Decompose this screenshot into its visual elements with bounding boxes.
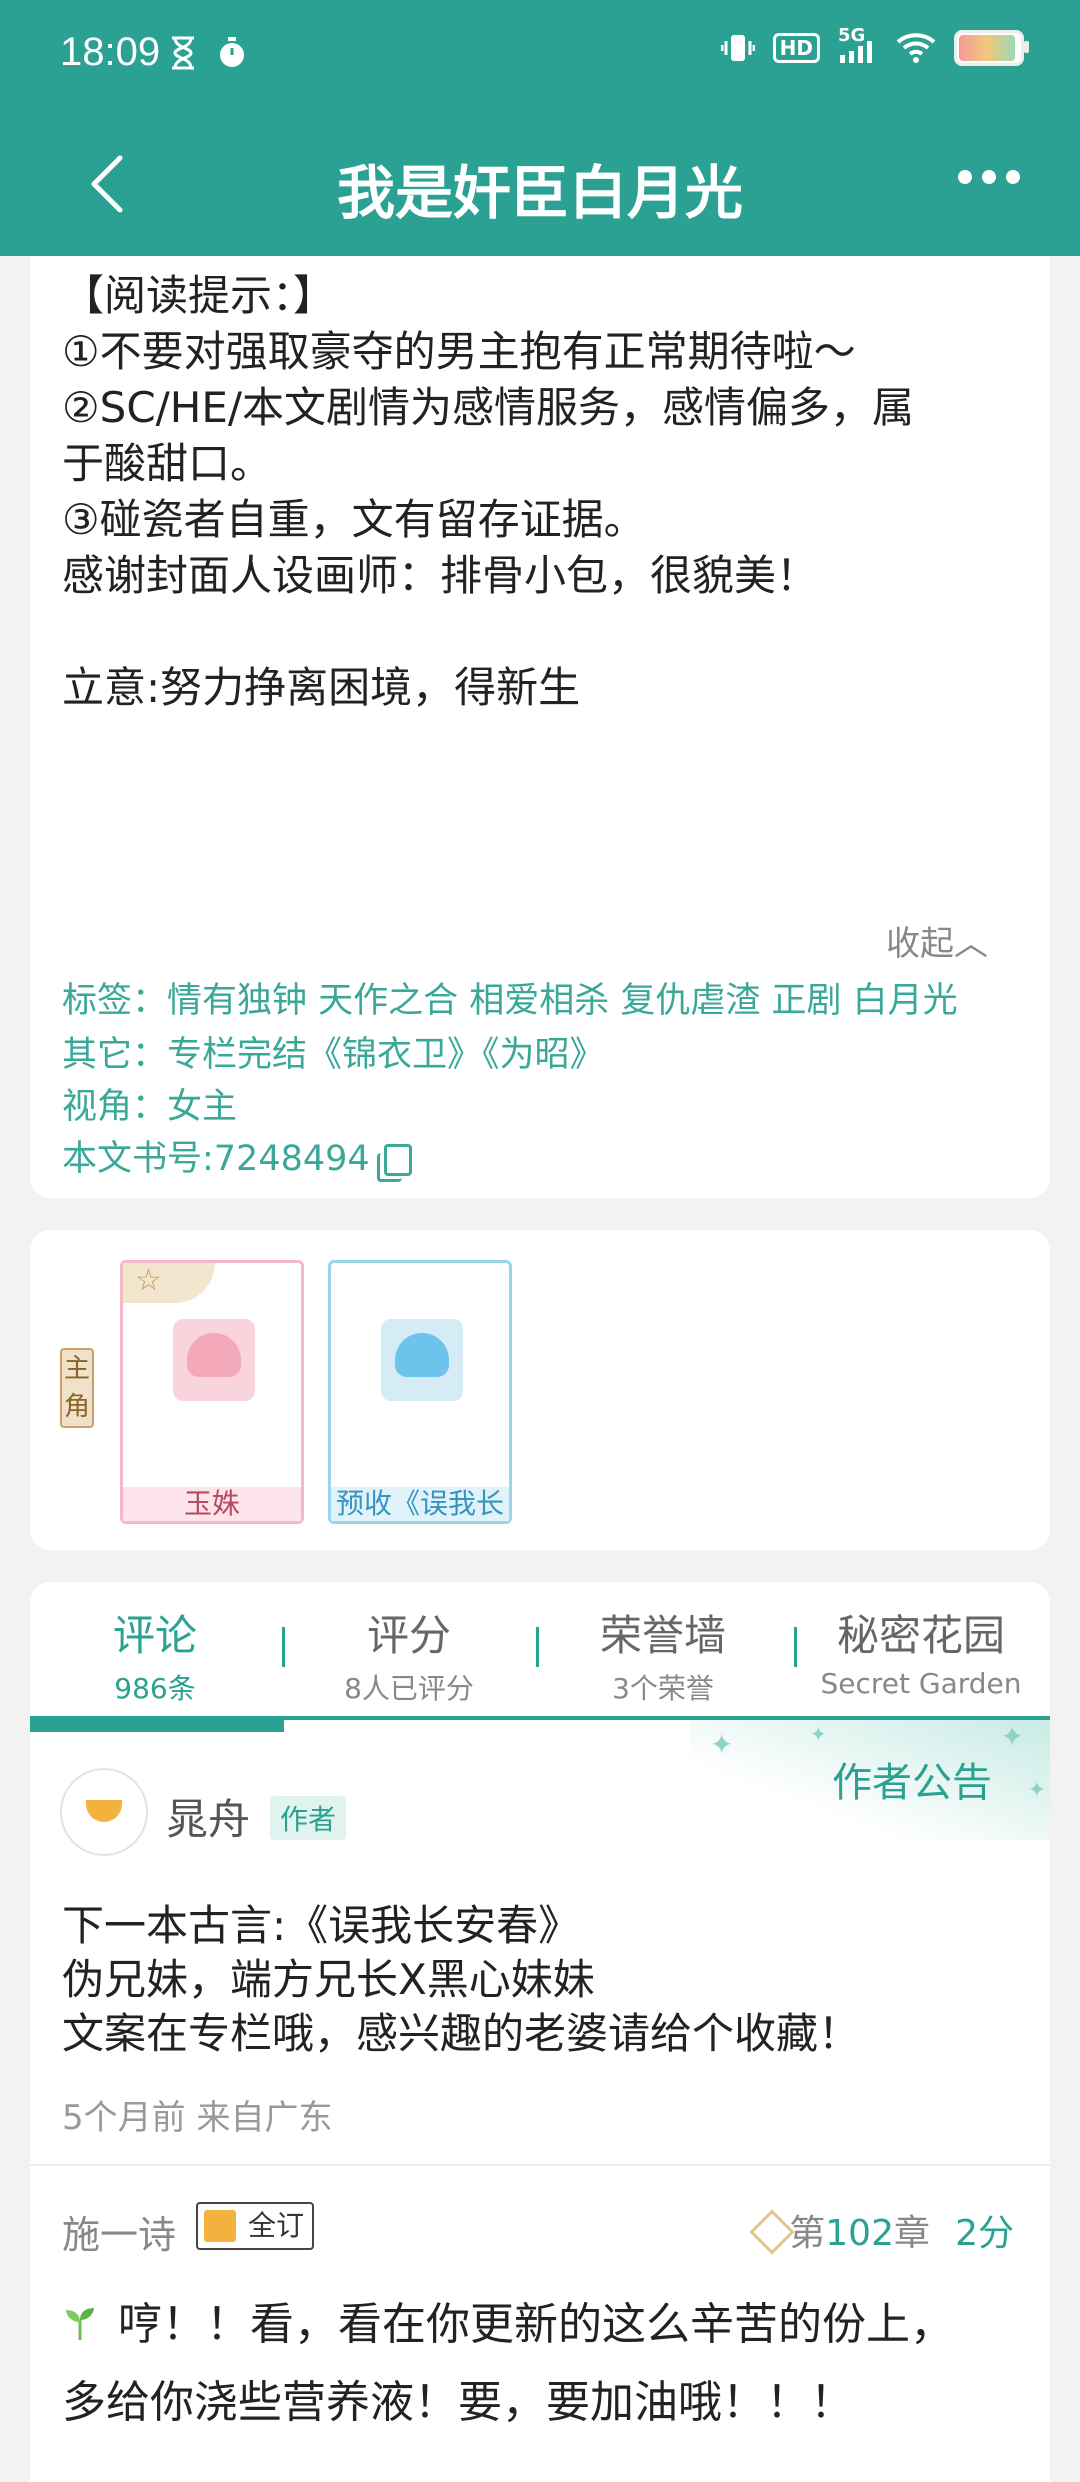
comment-chapter: 第102章 [789, 2204, 930, 2256]
hourglass-icon [172, 36, 194, 70]
page-title: 我是奸臣白月光 [336, 159, 743, 227]
sparkle-icon: ✦ [710, 1728, 734, 1761]
chapter-suffix: 章 [893, 2213, 930, 2254]
tab-title: 评分 [366, 1611, 451, 1660]
character-card[interactable]: 预收《误我长 [328, 1260, 512, 1524]
app-bar: 我是奸臣白月光 [0, 110, 1080, 256]
characters-card: 主角 ☆ 玉姝 预收《误我长 [30, 1230, 1050, 1550]
main-character-tag: 主角 [60, 1348, 94, 1428]
signal-5g-icon: 5G [838, 25, 878, 65]
diamond-icon [749, 2209, 795, 2255]
notice-line: 文案在专栏哦，感兴趣的老婆请给个收藏！ [62, 2009, 861, 2058]
sparkle-icon: ✦ [1000, 1720, 1024, 1753]
tab-bar: 评论 986条 评分 8人已评分 荣誉墙 3个荣誉 秘密花园 Secret Ga… [30, 1582, 1050, 1712]
character-card[interactable]: ☆ 玉姝 [120, 1260, 304, 1524]
sprout-icon [66, 2308, 94, 2340]
vibrate-icon [720, 35, 755, 61]
tab-subtitle: 3个荣誉 [612, 1672, 714, 1705]
chapter-number: 102 [825, 2213, 894, 2254]
comment-text: 多给你浇些营养液！要，要加油哦！！！ [62, 2377, 854, 2428]
book-id-text: 本文书号:7248494 [62, 1139, 370, 1179]
intro-line: 立意:努力挣离困境，得新生 [62, 663, 581, 712]
perspective-line: 视角：女主 [62, 1087, 238, 1127]
status-bar: 18:09 HD 5G [0, 0, 1080, 110]
character-name: 玉姝 [123, 1487, 301, 1521]
notice-line: 伪兄妹，端方兄长X黑心妹妹 [62, 1955, 595, 2004]
author-notice-banner: ✦ ✦ ✦ ✦ 作者公告 [690, 1720, 1050, 1840]
tab-active-indicator [30, 1716, 284, 1732]
divider [30, 2164, 1050, 2166]
avatar[interactable] [60, 1768, 148, 1856]
author-notice-label: 作者公告 [832, 1760, 992, 1806]
post-time: 5个月前 来自广东 [62, 2098, 333, 2138]
wifi-icon [896, 33, 936, 63]
subscription-badge: 全订 [196, 2202, 315, 2250]
character-avatar [173, 1319, 255, 1401]
more-menu-icon[interactable] [958, 170, 1020, 184]
tab-ratings[interactable]: 评分 8人已评分 [284, 1602, 534, 1707]
tab-title: 秘密花园 [836, 1611, 1005, 1660]
copy-icon[interactable] [376, 1144, 412, 1182]
status-right-icons: HD 5G [720, 25, 1029, 66]
sparkle-icon: ✦ [1027, 1778, 1046, 1803]
comments-card: 评论 986条 评分 8人已评分 荣誉墙 3个荣誉 秘密花园 Secret Ga… [30, 1582, 1050, 2482]
intro-line: ①不要对强取豪夺的男主抱有正常期待啦～ [62, 327, 856, 376]
tab-title: 评论 [112, 1611, 197, 1660]
intro-line: 感谢封面人设画师：排骨小包，很貌美！ [62, 551, 819, 600]
author-name[interactable]: 晁舟 [166, 1786, 250, 1847]
tab-honor-wall[interactable]: 荣誉墙 3个荣誉 [538, 1602, 788, 1707]
star-icon: ☆ [123, 1263, 215, 1303]
status-time: 18:09 [60, 30, 161, 74]
intro-line: ②SC/HE/本文剧情为感情服务，感情偏多，属 [62, 383, 915, 432]
book-id-line: 本文书号:7248494 [62, 1130, 412, 1182]
chapter-prefix: 第 [789, 2213, 826, 2254]
tab-subtitle: Secret Garden [820, 1667, 1022, 1700]
comment-score: 2分 [955, 2213, 1014, 2254]
hd-icon: HD [772, 33, 820, 63]
book-intro-card: 【阅读提示：】 ①不要对强取豪夺的男主抱有正常期待啦～ ②SC/HE/本文剧情为… [30, 256, 1050, 1198]
tab-comments[interactable]: 评论 986条 [30, 1602, 280, 1707]
commenter-name[interactable]: 施一诗 [62, 2204, 176, 2259]
sparkle-icon: ✦ [810, 1722, 827, 1746]
character-name: 预收《误我长 [331, 1487, 509, 1521]
character-avatar [381, 1319, 463, 1401]
status-left-icons [168, 36, 248, 70]
tab-subtitle: 986条 [114, 1672, 196, 1705]
intro-line: ③碰瓷者自重，文有留存证据。 [62, 495, 646, 544]
tags-line: 标签：情有独钟 天作之合 相爱相杀 复仇虐渣 正剧 白月光 [62, 981, 958, 1021]
notice-line: 下一本古言:《误我长安春》 [62, 1901, 581, 1950]
tab-title: 荣誉墙 [599, 1611, 726, 1660]
comment-text: 哼！！看，看在你更新的这么辛苦的份上， [118, 2299, 954, 2350]
collapse-button[interactable]: 收起︿ [886, 916, 988, 965]
battery-icon [954, 30, 1029, 66]
intro-line: 【阅读提示：】 [62, 271, 336, 320]
tab-subtitle: 8人已评分 [344, 1672, 474, 1705]
intro-line: 于酸甜口。 [62, 439, 273, 488]
author-badge: 作者 [270, 1796, 347, 1840]
other-works-line: 其它：专栏完结《锦衣卫》《为昭》 [62, 1035, 605, 1075]
timer-icon [220, 37, 244, 67]
tab-secret-garden[interactable]: 秘密花园 Secret Garden [796, 1602, 1046, 1700]
